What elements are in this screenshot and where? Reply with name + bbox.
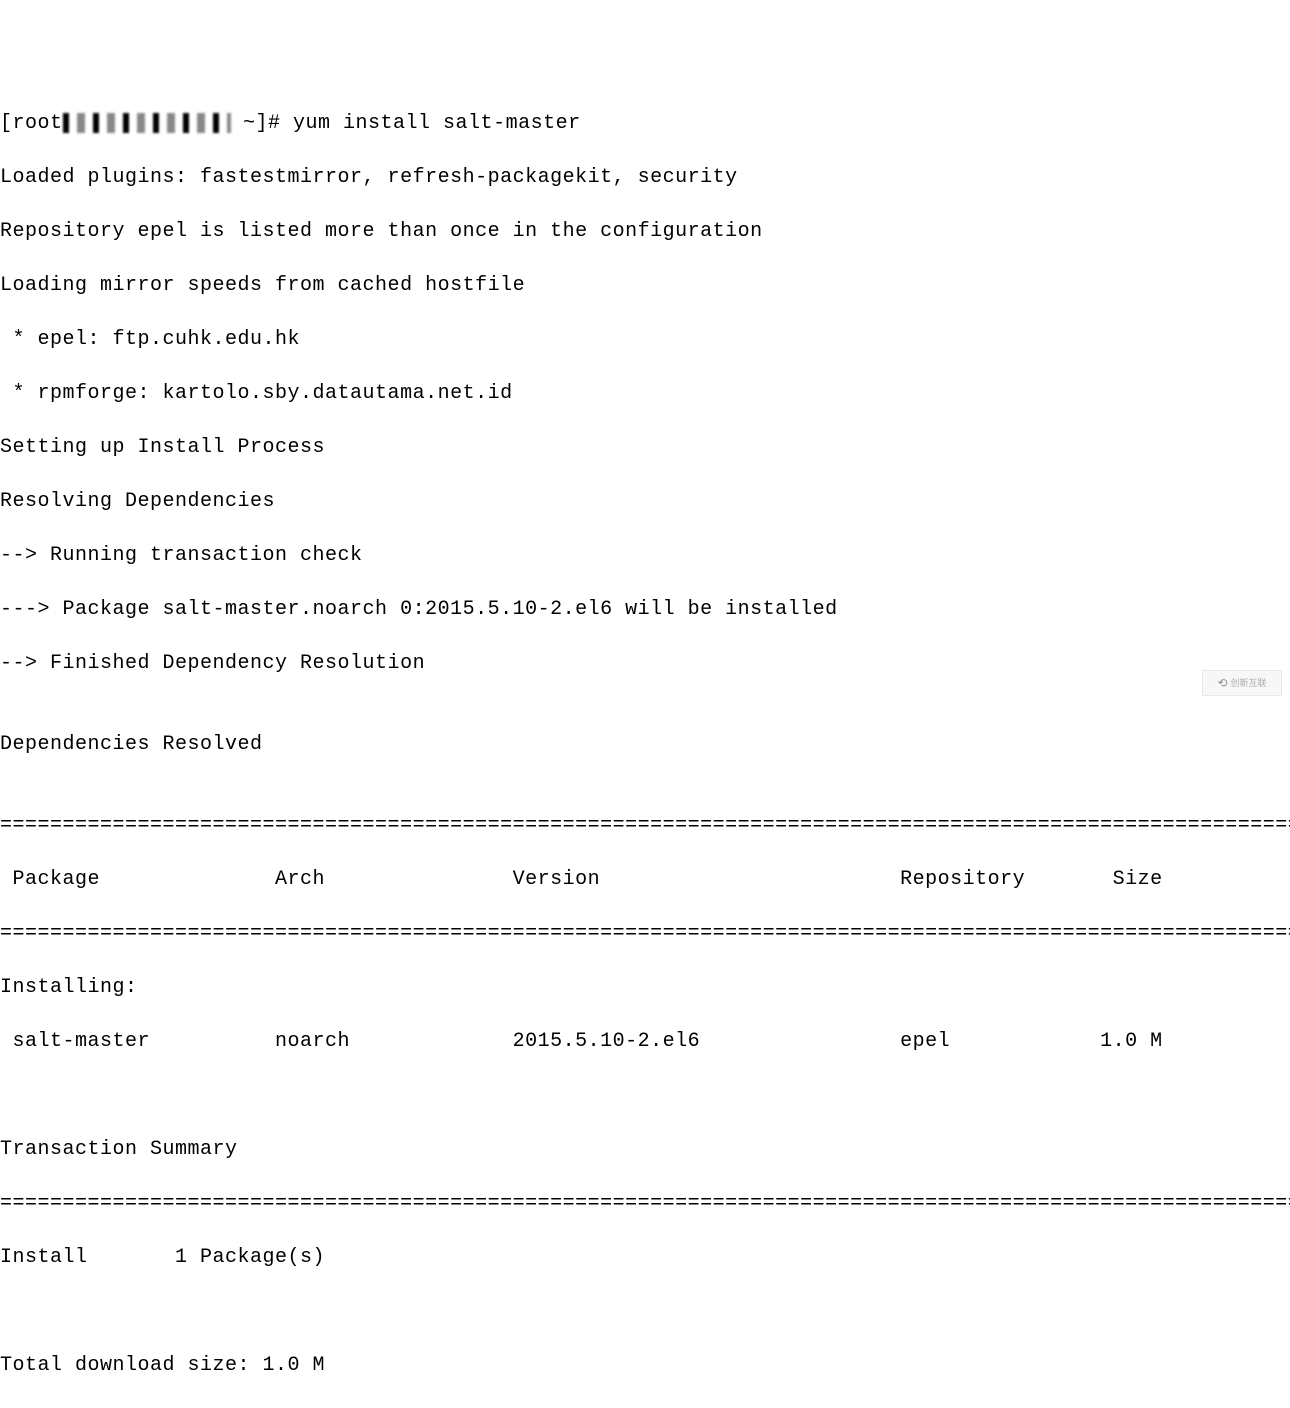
package-row: salt-master noarch 2015.5.10-2.el6 epel …	[0, 1028, 1290, 1055]
hostname-redacted	[63, 113, 231, 133]
watermark-text: 创新互联	[1231, 677, 1267, 689]
output-line: Repository epel is listed more than once…	[0, 218, 1290, 245]
installed-size: Installed size: 1.0 M	[0, 1406, 1290, 1408]
blank-line	[0, 1298, 1290, 1325]
installing-label: Installing:	[0, 974, 1290, 1001]
output-line: Loading mirror speeds from cached hostfi…	[0, 272, 1290, 299]
output-line: Loaded plugins: fastestmirror, refresh-p…	[0, 164, 1290, 191]
install-summary: Install 1 Package(s)	[0, 1244, 1290, 1271]
output-line: --> Running transaction check	[0, 542, 1290, 569]
prompt-line: [root ~]# yum install salt-master	[0, 110, 1290, 137]
output-line: Setting up Install Process	[0, 434, 1290, 461]
output-line: * epel: ftp.cuhk.edu.hk	[0, 326, 1290, 353]
prompt-suffix: ~]#	[231, 112, 294, 135]
output-line: Resolving Dependencies	[0, 488, 1290, 515]
watermark-icon: ⟲	[1217, 675, 1227, 691]
output-line: * rpmforge: kartolo.sby.datautama.net.id	[0, 380, 1290, 407]
table-header: Package Arch Version Repository Size	[0, 866, 1290, 893]
transaction-summary-label: Transaction Summary	[0, 1136, 1290, 1163]
separator-line: ========================================…	[0, 920, 1290, 947]
output-line: --> Finished Dependency Resolution	[0, 650, 1290, 677]
total-download-size: Total download size: 1.0 M	[0, 1352, 1290, 1379]
separator-line: ========================================…	[0, 812, 1290, 839]
output-line: Dependencies Resolved	[0, 731, 1290, 758]
prompt-prefix: [root	[0, 112, 63, 135]
command-text: yum install salt-master	[293, 112, 581, 135]
output-line: ---> Package salt-master.noarch 0:2015.5…	[0, 596, 1290, 623]
blank-line	[0, 1082, 1290, 1109]
separator-line: ========================================…	[0, 1190, 1290, 1217]
watermark-badge: ⟲ 创新互联	[1202, 670, 1282, 696]
